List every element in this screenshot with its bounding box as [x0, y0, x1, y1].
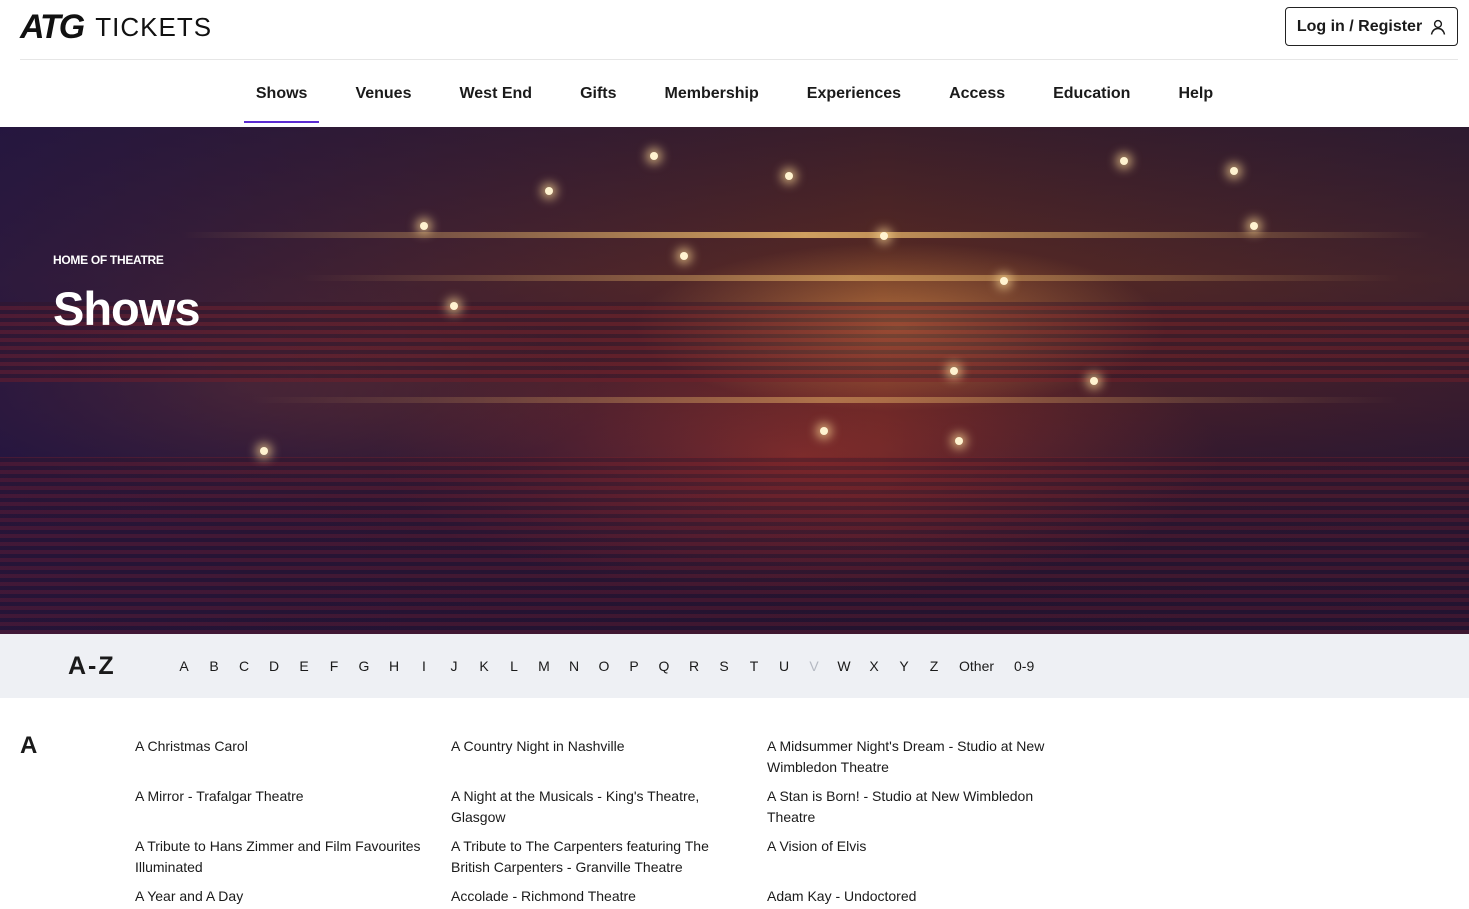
nav-item-help[interactable]: Help	[1166, 65, 1225, 123]
page-title: Shows	[53, 282, 200, 335]
az-letter-w[interactable]: W	[829, 658, 859, 674]
nav-item-venues[interactable]: Venues	[343, 65, 423, 123]
theatre-auditorium-image	[0, 127, 1469, 634]
az-letter-l[interactable]: L	[499, 658, 529, 674]
show-link[interactable]: A Country Night in Nashville	[451, 736, 751, 757]
show-link[interactable]: A Year and A Day	[135, 886, 435, 907]
az-letter-v: V	[809, 658, 819, 674]
az-letter-q[interactable]: Q	[649, 658, 679, 674]
nav-item-membership[interactable]: Membership	[653, 65, 771, 123]
show-link[interactable]: A Tribute to The Carpenters featuring Th…	[451, 836, 751, 878]
show-link[interactable]: A Christmas Carol	[135, 736, 435, 757]
az-filter-bar: A-Z A B C D E F G H I J K L M N O P Q R …	[0, 634, 1469, 698]
logo-text: TICKETS	[95, 11, 213, 42]
az-letter-a[interactable]: A	[169, 658, 199, 674]
hero-kicker: HOME OF THEATRE	[53, 253, 164, 267]
user-icon	[1430, 19, 1446, 35]
site-header: ATG TICKETS Log in / Register	[0, 0, 1469, 60]
logo-mark: ATG	[20, 7, 85, 46]
az-letter-y[interactable]: Y	[889, 658, 919, 674]
hero-text: HOME OF THEATRE Shows	[53, 253, 200, 336]
show-link[interactable]: A Vision of Elvis	[767, 836, 1067, 857]
hero-banner: HOME OF THEATRE Shows	[0, 127, 1469, 634]
az-letter-u[interactable]: U	[769, 658, 799, 674]
az-letter-b[interactable]: B	[199, 658, 229, 674]
az-letter-p[interactable]: P	[619, 658, 649, 674]
show-link[interactable]: Accolade - Richmond Theatre	[451, 886, 751, 907]
main-nav: Shows Venues West End Gifts Membership E…	[0, 60, 1469, 127]
az-title: A-Z	[68, 652, 116, 680]
az-letter-z[interactable]: Z	[919, 658, 949, 674]
az-letter-r[interactable]: R	[679, 658, 709, 674]
show-link[interactable]: Adam Kay - Undoctored	[767, 886, 1067, 907]
nav-item-education[interactable]: Education	[1041, 65, 1142, 123]
nav-item-experiences[interactable]: Experiences	[795, 65, 913, 123]
az-letter-i[interactable]: I	[409, 658, 439, 674]
atg-tickets-logo[interactable]: ATG TICKETS	[20, 7, 213, 46]
show-link[interactable]: A Stan is Born! - Studio at New Wimbledo…	[767, 786, 1067, 828]
az-letter-d[interactable]: D	[259, 658, 289, 674]
az-letter-m[interactable]: M	[529, 658, 559, 674]
az-letter-n[interactable]: N	[559, 658, 589, 674]
login-register-label: Log in / Register	[1296, 17, 1423, 35]
show-link[interactable]: A Tribute to Hans Zimmer and Film Favour…	[135, 836, 435, 878]
nav-item-shows[interactable]: Shows	[243, 65, 320, 123]
az-letter-s[interactable]: S	[709, 658, 739, 674]
nav-item-access[interactable]: Access	[937, 65, 1017, 123]
login-register-button[interactable]: Log in / Register	[1285, 7, 1458, 46]
show-link[interactable]: A Night at the Musicals - King's Theatre…	[451, 786, 751, 828]
show-link[interactable]: A Mirror - Trafalgar Theatre	[135, 786, 435, 807]
az-letter-o[interactable]: O	[589, 658, 619, 674]
show-link[interactable]: A Midsummer Night's Dream - Studio at Ne…	[767, 736, 1067, 778]
nav-item-gifts[interactable]: Gifts	[568, 65, 628, 123]
shows-listing: A A Christmas Carol A Country Night in N…	[0, 698, 1469, 909]
az-letter-0-9[interactable]: 0-9	[1004, 658, 1044, 674]
az-letter-j[interactable]: J	[439, 658, 469, 674]
az-letter-f[interactable]: F	[319, 658, 349, 674]
nav-item-west-end[interactable]: West End	[447, 65, 544, 123]
az-letter-other[interactable]: Other	[949, 658, 1004, 674]
az-letter-k[interactable]: K	[469, 658, 499, 674]
az-letter-h[interactable]: H	[379, 658, 409, 674]
az-letter-t[interactable]: T	[739, 658, 769, 674]
az-letter-x[interactable]: X	[859, 658, 889, 674]
az-letter-c[interactable]: C	[229, 658, 259, 674]
az-letter-g[interactable]: G	[349, 658, 379, 674]
az-letter-list: A B C D E F G H I J K L M N O P Q R S T …	[169, 634, 1044, 698]
section-letter-a: A	[20, 732, 38, 759]
az-letter-e[interactable]: E	[289, 658, 319, 674]
